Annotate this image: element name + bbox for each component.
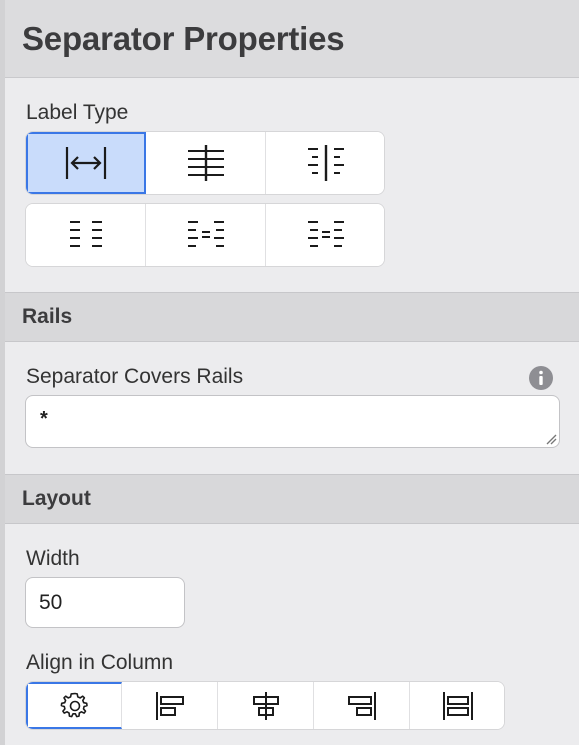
label-type-row-2 (25, 203, 385, 267)
label-type-option-5[interactable] (146, 204, 266, 266)
align-right-icon (347, 691, 376, 720)
align-option-right[interactable] (314, 682, 410, 729)
layout-section-header: Layout (5, 474, 579, 524)
label-type-label: Label Type (26, 101, 129, 124)
label-type-option-6[interactable] (266, 204, 384, 266)
layout-section-title: Layout (22, 487, 91, 510)
width-input[interactable]: 50 (25, 577, 185, 628)
separator-covers-rails-value: * (40, 408, 48, 430)
split-columns-icon (308, 145, 344, 181)
align-option-center[interactable] (218, 682, 314, 729)
label-type-row-1 (25, 131, 385, 195)
align-center-icon (252, 691, 279, 720)
separator-properties-panel: Separator Properties Label Type Rails Se… (0, 0, 579, 745)
separator-covers-rails-input[interactable]: * (25, 395, 560, 448)
two-columns-icon (69, 221, 102, 247)
label-type-option-3[interactable] (266, 132, 384, 194)
gear-icon (60, 692, 88, 717)
width-label: Width (26, 547, 80, 570)
align-in-column-label: Align in Column (26, 651, 174, 674)
label-type-option-4[interactable] (26, 204, 146, 266)
align-option-left[interactable] (122, 682, 218, 729)
info-icon[interactable] (528, 365, 554, 391)
width-value: 50 (39, 590, 63, 614)
columns-equal-alt-icon (308, 221, 344, 247)
arrow-between-bars-icon (65, 147, 107, 179)
panel-header: Separator Properties (5, 0, 579, 78)
align-option-auto[interactable] (26, 682, 122, 729)
align-left-icon (155, 691, 184, 720)
rails-section-title: Rails (22, 305, 73, 328)
resize-grip-icon[interactable] (545, 433, 557, 445)
align-stretch-icon (443, 691, 473, 720)
label-type-option-2[interactable] (146, 132, 266, 194)
label-type-option-1[interactable] (26, 132, 146, 194)
center-line-icon (187, 145, 224, 181)
columns-equal-icon (187, 221, 224, 247)
rails-section-header: Rails (5, 292, 579, 342)
align-option-stretch[interactable] (410, 682, 504, 729)
align-in-column-control (25, 681, 505, 730)
panel-title: Separator Properties (22, 19, 345, 57)
separator-covers-rails-label: Separator Covers Rails (26, 365, 244, 388)
